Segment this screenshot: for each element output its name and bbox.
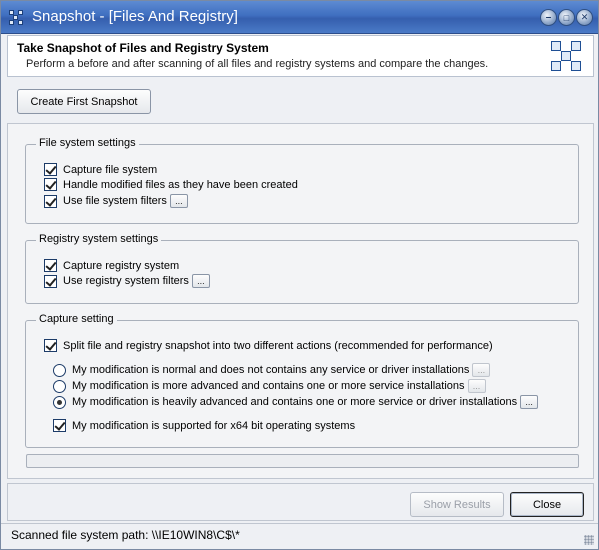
status-text: Scanned file system path: \\IE10WIN8\C$\… [11, 528, 240, 542]
footer-panel: Show Results Close [7, 483, 594, 521]
registry-system-group: Registry system settings Capture registr… [25, 233, 579, 304]
radio-advanced-options-button[interactable]: ... [467, 379, 486, 393]
radio-advanced-label: My modification is more advanced and con… [72, 380, 465, 392]
capture-setting-group: Capture setting Split file and registry … [25, 313, 579, 448]
title-bar[interactable]: Snapshot - [Files And Registry] [1, 1, 598, 34]
radio-heavily-advanced-modification[interactable]: My modification is heavily advanced and … [53, 395, 539, 409]
close-label: Close [532, 498, 562, 511]
file-system-group: File system settings Capture file system… [25, 137, 579, 224]
close-icon[interactable] [576, 9, 593, 26]
create-first-snapshot-label: Create First Snapshot [30, 95, 138, 108]
progress-bar [26, 454, 579, 468]
close-button[interactable]: Close [510, 492, 584, 517]
handle-modified-files-label: Handle modified files as they have been … [63, 178, 298, 191]
settings-panel: File system settings Capture file system… [7, 123, 594, 479]
x64-support-checkbox[interactable]: My modification is supported for x64 bit… [53, 419, 355, 432]
use-registry-filters-checkbox[interactable]: Use registry system filters ... [44, 274, 210, 288]
capture-registry-label: Capture registry system [63, 259, 180, 272]
app-window: Snapshot - [Files And Registry] Take Sna… [0, 0, 599, 550]
create-first-snapshot-button[interactable]: Create First Snapshot [17, 89, 151, 114]
handle-modified-files-checkbox[interactable]: Handle modified files as they have been … [44, 178, 298, 191]
radio-heavily-advanced-options-button[interactable]: ... [520, 395, 539, 409]
registry-group-label: Registry system settings [36, 233, 162, 245]
split-snapshot-checkbox[interactable]: Split file and registry snapshot into tw… [44, 339, 493, 352]
capture-file-system-label: Capture file system [63, 163, 158, 176]
minimize-icon[interactable] [540, 9, 557, 26]
x64-support-label: My modification is supported for x64 bit… [72, 419, 356, 432]
radio-heavily-advanced-label: My modification is heavily advanced and … [72, 396, 518, 408]
app-icon [9, 10, 25, 26]
window-title: Snapshot - [Files And Registry] [32, 8, 238, 25]
file-filters-browse-button[interactable]: ... [169, 194, 188, 208]
registry-filters-browse-button[interactable]: ... [191, 274, 210, 288]
radio-button[interactable] [53, 363, 66, 377]
show-results-label: Show Results [423, 498, 491, 511]
checkbox-box[interactable] [44, 194, 57, 208]
checkbox-box[interactable] [44, 259, 57, 272]
use-file-system-filters-checkbox[interactable]: Use file system filters ... [44, 194, 188, 208]
use-registry-filters-label: Use registry system filters [63, 275, 189, 287]
checkbox-box[interactable] [44, 178, 57, 191]
show-results-button[interactable]: Show Results [410, 492, 504, 517]
radio-button[interactable] [53, 379, 66, 393]
checkbox-box[interactable] [53, 419, 66, 432]
snapshot-logo-icon [551, 41, 583, 73]
radio-normal-options-button[interactable]: ... [472, 363, 491, 377]
file-system-group-label: File system settings [36, 137, 139, 149]
radio-button[interactable] [53, 395, 66, 409]
capture-registry-checkbox[interactable]: Capture registry system [44, 259, 179, 272]
radio-normal-label: My modification is normal and does not c… [72, 364, 470, 376]
header-title: Take Snapshot of Files and Registry Syst… [17, 41, 269, 55]
radio-advanced-modification[interactable]: My modification is more advanced and con… [53, 379, 486, 393]
header-subtitle: Perform a before and after scanning of a… [26, 58, 489, 70]
maximize-icon[interactable] [558, 9, 575, 26]
checkbox-box[interactable] [44, 339, 57, 352]
use-file-system-filters-label: Use file system filters [63, 195, 167, 207]
status-bar: Scanned file system path: \\IE10WIN8\C$\… [1, 523, 598, 549]
header-panel: Take Snapshot of Files and Registry Syst… [7, 35, 594, 77]
radio-normal-modification[interactable]: My modification is normal and does not c… [53, 363, 491, 377]
capture-file-system-checkbox[interactable]: Capture file system [44, 163, 157, 176]
resize-grip-icon[interactable] [584, 535, 594, 545]
checkbox-box[interactable] [44, 163, 57, 176]
split-snapshot-label: Split file and registry snapshot into tw… [63, 339, 493, 352]
checkbox-box[interactable] [44, 274, 57, 288]
capture-group-label: Capture setting [36, 313, 117, 325]
